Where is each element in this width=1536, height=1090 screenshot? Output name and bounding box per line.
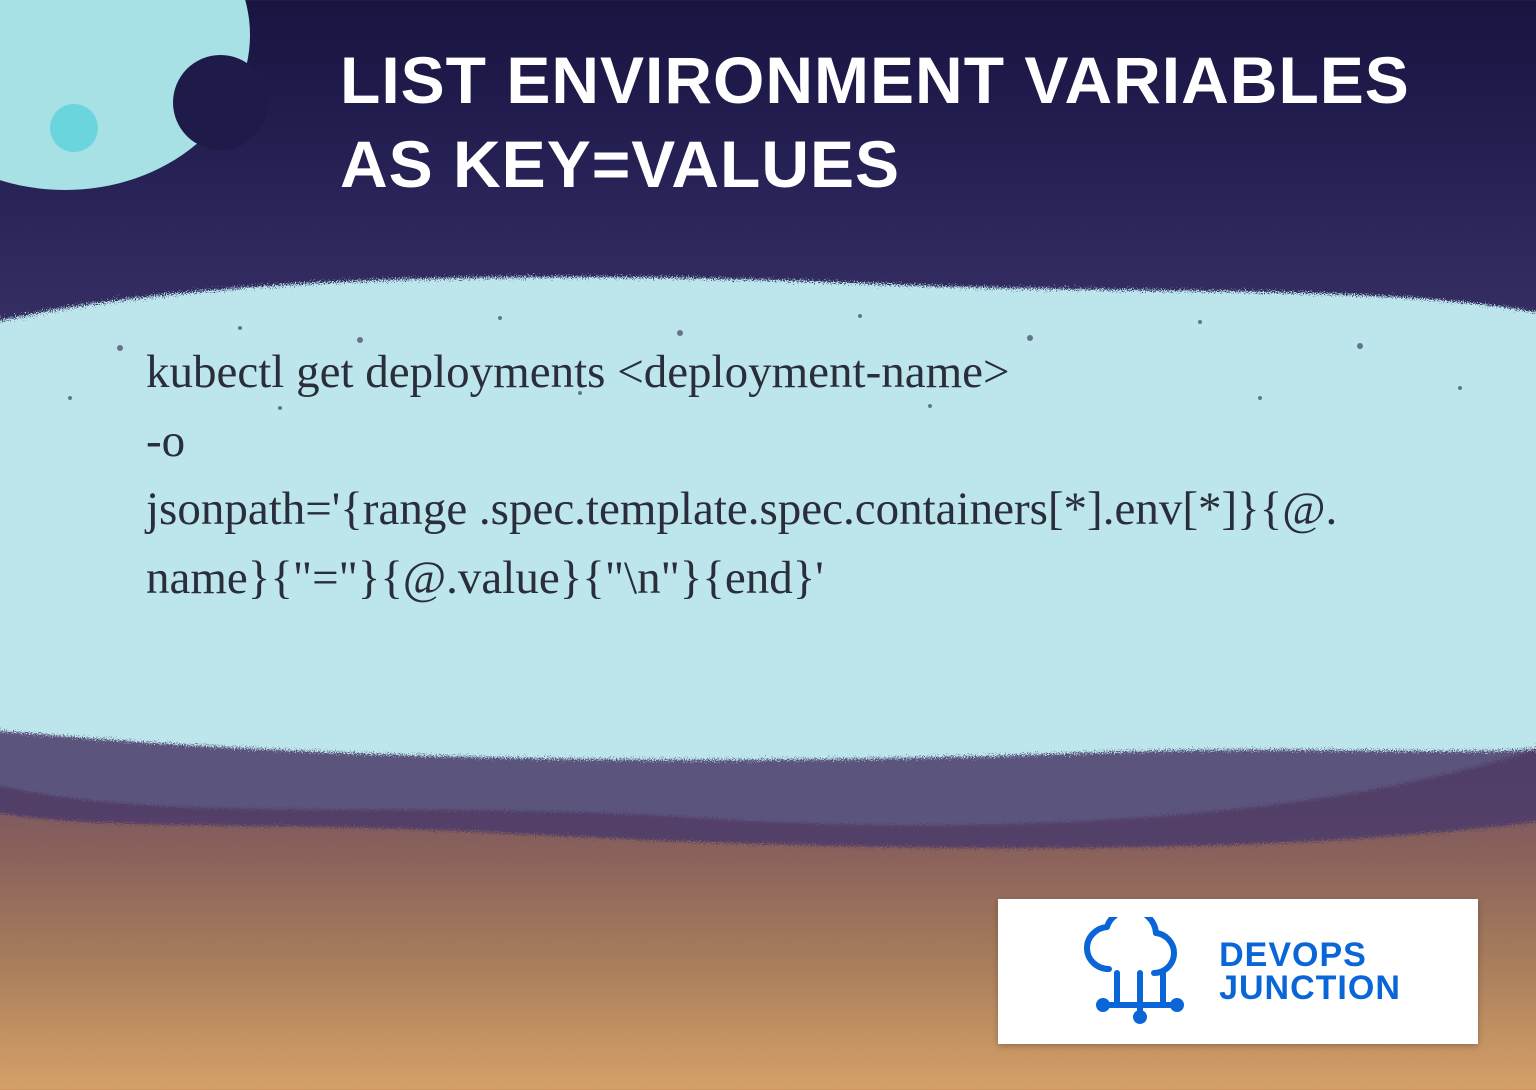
- code-snippet: kubectl get deployments <deployment-name…: [146, 338, 1356, 612]
- decorative-blob: [0, 0, 250, 190]
- brand-logo: DEVOPS JUNCTION: [998, 899, 1478, 1044]
- brand-line2: JUNCTION: [1219, 972, 1401, 1004]
- brand-name: DEVOPS JUNCTION: [1219, 939, 1401, 1004]
- page-title: LIST ENVIRONMENT VARIABLES AS KEY=VALUES: [340, 38, 1456, 207]
- brand-line1: DEVOPS: [1219, 939, 1401, 971]
- decorative-dot: [50, 104, 98, 152]
- cloud-junction-icon: [1075, 917, 1205, 1027]
